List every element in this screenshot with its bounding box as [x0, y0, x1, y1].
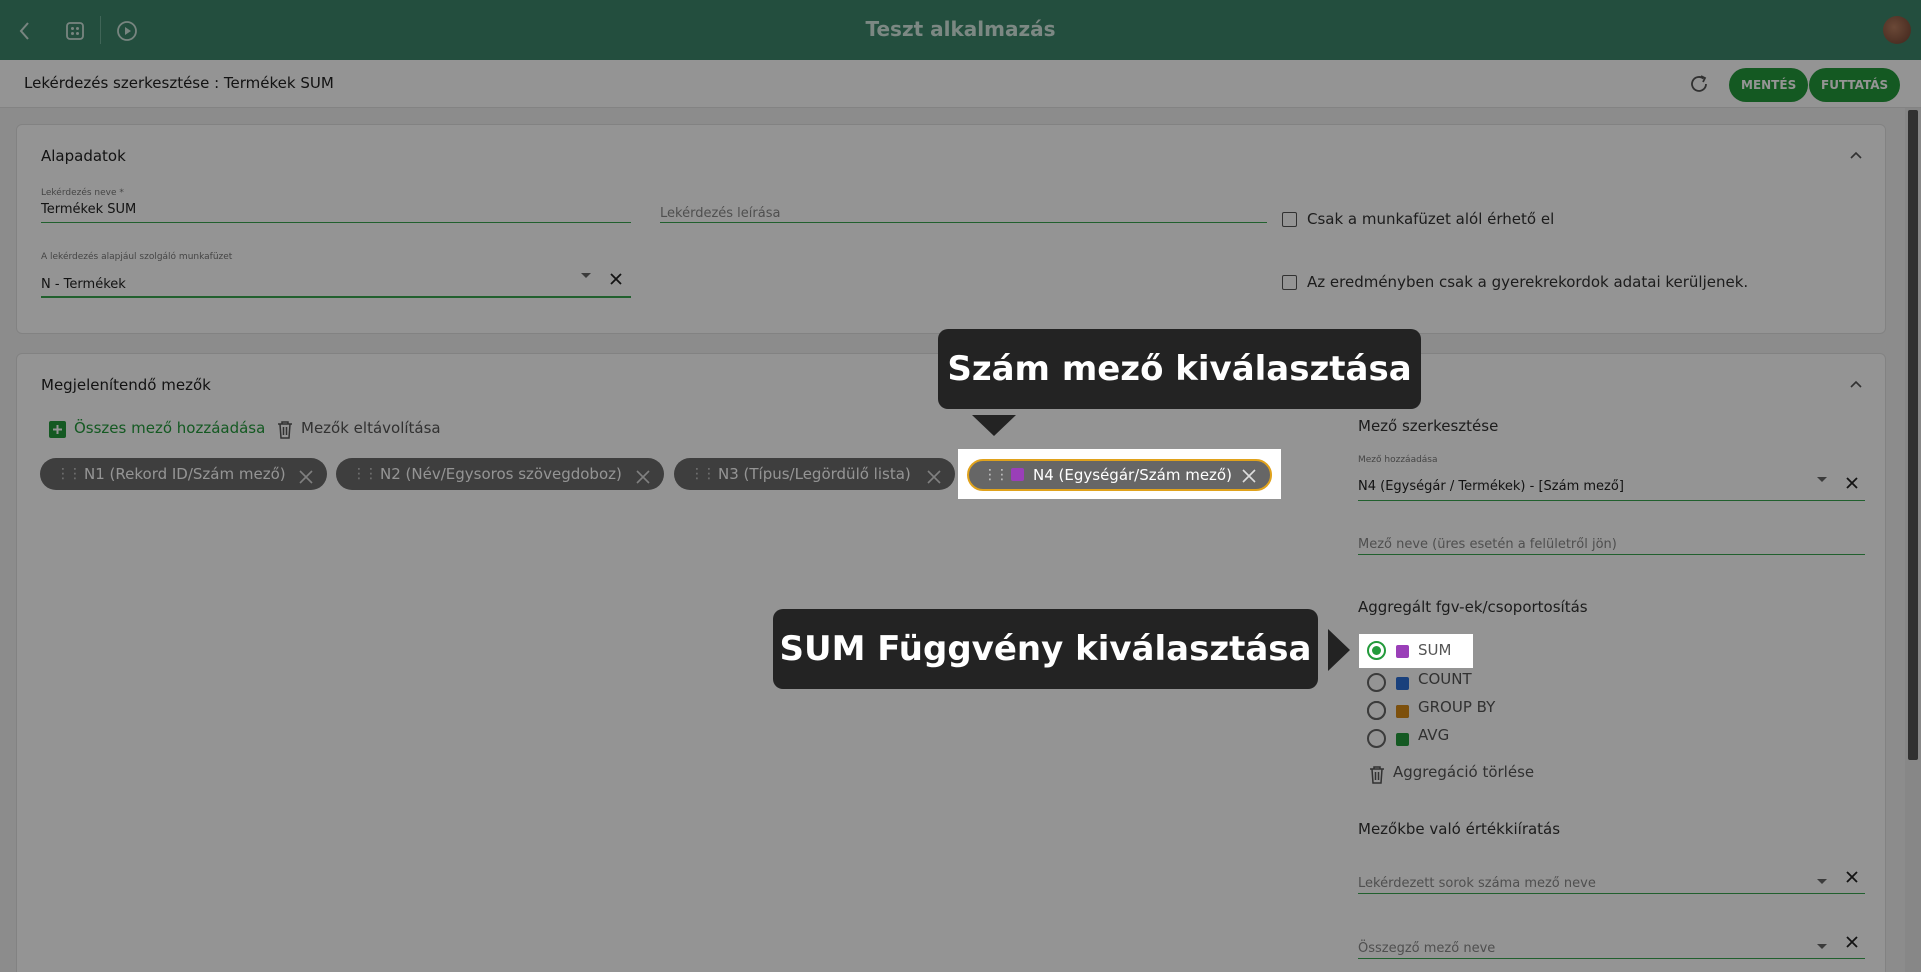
remove-chip-icon[interactable]: [1240, 466, 1258, 484]
collapse-icon[interactable]: [1849, 147, 1863, 161]
drag-handle-icon[interactable]: ⋮⋮: [352, 458, 378, 490]
children-only-label: Az eredményben csak a gyerekrekordok ada…: [1307, 273, 1749, 291]
chevron-down-icon[interactable]: [1817, 879, 1827, 884]
add-field-select[interactable]: N4 (Egységár / Termékek) - [Szám mező]: [1358, 479, 1624, 494]
breadcrumb: Lekérdezés szerkesztése : Termékek SUM: [24, 74, 334, 92]
group-by-radio[interactable]: [1367, 701, 1386, 720]
field-chip-selected[interactable]: ⋮⋮ N4 (Egységár/Szám mező): [967, 459, 1272, 491]
add-field-underline: [1358, 500, 1865, 501]
chevron-down-icon[interactable]: [1817, 477, 1827, 482]
clear-field-icon[interactable]: [1845, 475, 1859, 489]
clear-sum-icon[interactable]: [1845, 934, 1859, 948]
tooltip-sum-select: SUM Függvény kiválasztása: [773, 609, 1318, 689]
remove-fields-button[interactable]: Mezők eltávolítása: [301, 419, 441, 437]
count-radio-btn[interactable]: [1367, 673, 1386, 692]
row-count-underline: [1358, 893, 1865, 894]
avg-radio[interactable]: [1367, 729, 1386, 748]
row-count-field-input[interactable]: Lekérdezett sorok száma mező neve: [1358, 876, 1596, 891]
output-title: Mezőkbe való értékkiíratás: [1358, 820, 1561, 838]
workbook-select[interactable]: N - Termékek: [41, 277, 126, 292]
workbook-only-label: Csak a munkafüzet alól érhető el: [1307, 210, 1555, 228]
tooltip-arrow: [1328, 629, 1350, 671]
children-only-checkbox[interactable]: [1282, 275, 1297, 290]
group-by-swatch: [1396, 705, 1409, 718]
trash-icon[interactable]: [1369, 765, 1385, 784]
group-by-option-label: GROUP BY: [1418, 698, 1496, 716]
clear-workbook-icon[interactable]: [609, 271, 623, 285]
app-bar: Teszt alkalmazás: [0, 0, 1921, 60]
basic-data-card: Alapadatok Lekérdezés neve * Termékek SU…: [16, 124, 1886, 334]
sum-field-input[interactable]: Összegző mező neve: [1358, 941, 1495, 956]
tooltip-field-select: Szám mező kiválasztása: [938, 329, 1421, 409]
avatar[interactable]: [1883, 16, 1911, 44]
drag-handle-icon[interactable]: ⋮⋮: [56, 458, 82, 490]
count-option-label: COUNT: [1418, 670, 1472, 688]
aggregation-title: Aggregált fgv-ek/csoportosítás: [1358, 598, 1588, 616]
basic-data-title: Alapadatok: [41, 147, 126, 165]
field-chip-label: N4 (Egységár/Szám mező): [1033, 466, 1232, 484]
page-header: Lekérdezés szerkesztése : Termékek SUM M…: [0, 60, 1921, 108]
add-icon[interactable]: [49, 421, 66, 438]
chevron-down-icon[interactable]: [581, 273, 591, 278]
drag-handle-icon[interactable]: ⋮⋮: [690, 458, 716, 490]
count-swatch: [1396, 677, 1409, 690]
field-chip-label: N2 (Név/Egysoros szövegdoboz): [380, 465, 622, 483]
clear-row-count-icon[interactable]: [1845, 869, 1859, 883]
field-name-input[interactable]: Mező neve (üres esetén a felületről jön): [1358, 537, 1617, 552]
query-description-underline: [660, 222, 1267, 223]
refresh-icon[interactable]: [1687, 72, 1711, 96]
field-chip[interactable]: ⋮⋮ N1 (Rekord ID/Szám mező): [40, 458, 327, 490]
sum-color-swatch: [1011, 468, 1024, 481]
field-editor-title: Mező szerkesztése: [1358, 417, 1499, 435]
run-button[interactable]: FUTTATÁS: [1809, 68, 1901, 102]
query-name-underline: [41, 222, 631, 223]
sum-swatch: [1396, 645, 1409, 658]
tooltip-arrow: [972, 415, 1016, 436]
save-button[interactable]: MENTÉS: [1729, 68, 1809, 102]
query-description-input[interactable]: Lekérdezés leírása: [660, 206, 780, 221]
app-window: Teszt alkalmazás Lekérdezés szerkesztése…: [0, 0, 1921, 972]
field-chip-label: N3 (Típus/Legördülő lista): [718, 465, 911, 483]
fields-title: Megjelenítendő mezők: [41, 376, 211, 394]
sum-field-underline: [1358, 958, 1865, 959]
collapse-icon[interactable]: [1849, 376, 1863, 390]
scrollbar-thumb[interactable]: [1908, 110, 1918, 760]
workbook-label: A lekérdezés alapjául szolgáló munkafüze…: [41, 252, 233, 262]
workbook-underline: [41, 296, 631, 298]
workbook-only-checkbox[interactable]: [1282, 212, 1297, 227]
field-name-underline: [1358, 554, 1865, 555]
avg-option-label: AVG: [1418, 726, 1450, 744]
chevron-down-icon[interactable]: [1817, 944, 1827, 949]
remove-chip-icon[interactable]: [634, 465, 652, 484]
avg-swatch: [1396, 733, 1409, 746]
trash-icon[interactable]: [277, 420, 293, 439]
query-name-input[interactable]: Termékek SUM: [41, 202, 136, 217]
field-chip[interactable]: ⋮⋮ N2 (Név/Egysoros szövegdoboz): [336, 458, 664, 490]
scrollbar[interactable]: [1905, 108, 1921, 972]
remove-chip-icon[interactable]: [297, 465, 315, 484]
field-chip-label: N1 (Rekord ID/Szám mező): [84, 465, 286, 483]
sum-option-label: SUM: [1418, 641, 1452, 659]
remove-chip-icon[interactable]: [925, 465, 943, 484]
sum-radio[interactable]: [1367, 641, 1386, 660]
query-name-label: Lekérdezés neve *: [41, 188, 124, 198]
add-all-fields-button[interactable]: Összes mező hozzáadása: [74, 419, 265, 437]
drag-handle-icon[interactable]: ⋮⋮: [983, 461, 1009, 489]
field-chip[interactable]: ⋮⋮ N3 (Típus/Legördülő lista): [674, 458, 955, 490]
delete-aggregation-button[interactable]: Aggregáció törlése: [1393, 763, 1534, 781]
app-title: Teszt alkalmazás: [865, 17, 1056, 41]
add-field-label: Mező hozzáadása: [1358, 455, 1438, 465]
